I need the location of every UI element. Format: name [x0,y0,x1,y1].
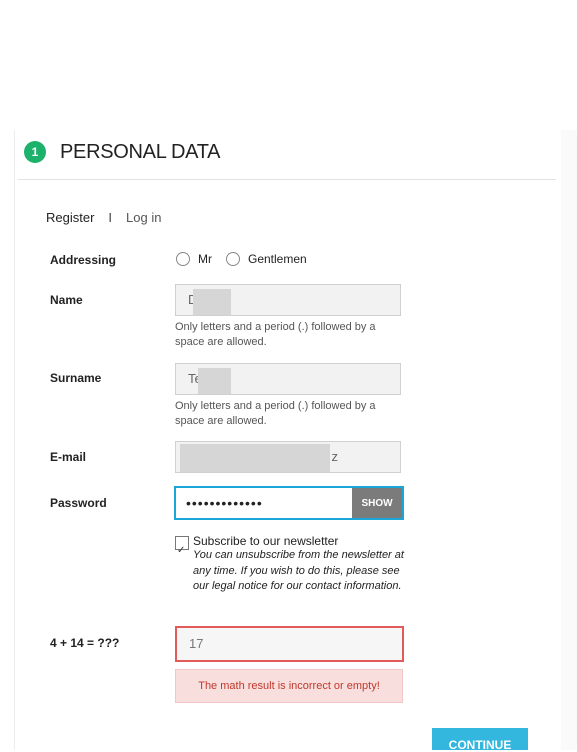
redacted-surname [198,368,231,394]
name-label: Name [50,293,83,307]
password-label: Password [50,496,107,510]
radio-gentlemen-label: Gentlemen [248,252,307,266]
header-divider [18,179,556,180]
tab-register[interactable]: Register [46,210,94,225]
section-header: 1 PERSONAL DATA [24,140,221,164]
captcha-label: 4 + 14 = ??? [50,636,120,650]
redacted-name [193,289,231,315]
section-title: PERSONAL DATA [60,140,221,163]
panel-edge [561,130,577,750]
redacted-email [180,444,330,472]
newsletter-description: You can unsubscribe from the newsletter … [193,549,404,592]
addressing-label: Addressing [50,253,117,267]
surname-label: Surname [50,371,102,385]
surname-hint: Only letters and a period (.) followed b… [175,400,376,427]
tab-login[interactable]: Log in [126,210,161,225]
radio-mr[interactable] [176,252,190,266]
email-label: E-mail [50,450,87,464]
auth-tabs: Register I Log in [46,210,161,225]
password-input[interactable]: ••••••••••••• [174,486,352,520]
page-top-blank [0,0,577,130]
step-badge-icon: 1 [24,141,46,163]
newsletter-label: Subscribe to our newsletter [193,534,339,548]
addressing-radio-group: Mr Gentlemen [176,252,321,266]
tab-separator: I [108,210,113,225]
show-password-button[interactable]: SHOW [352,486,404,520]
radio-gentlemen[interactable] [226,252,240,266]
captcha-error-message: The math result is incorrect or empty! [175,669,403,703]
radio-mr-label: Mr [198,252,212,266]
name-hint: Only letters and a period (.) followed b… [175,321,376,348]
continue-button[interactable]: CONTINUE [432,728,528,752]
captcha-input[interactable]: 17 [175,626,404,662]
checkmark-icon: ✓ [177,545,186,556]
